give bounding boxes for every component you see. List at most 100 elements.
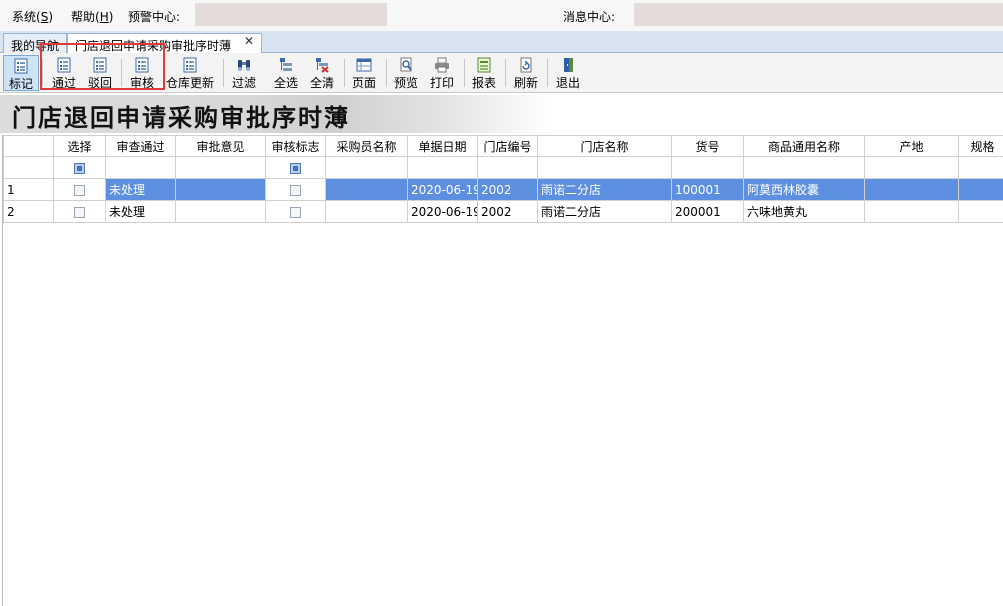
review-flag-checkbox[interactable]	[290, 184, 301, 196]
spec-cell[interactable]	[958, 178, 1003, 201]
preview-button[interactable]: 预览	[390, 55, 422, 91]
toolbar-separator	[223, 59, 224, 87]
toolbar-separator	[121, 59, 122, 87]
clear-all-button[interactable]: 全清	[306, 55, 338, 91]
select-all-button[interactable]: 全选	[270, 55, 302, 91]
filter-select-cell[interactable]	[53, 156, 106, 179]
column-header-review-flag[interactable]: 审核标志	[265, 135, 326, 157]
grid-table: 选择 审查通过 审批意见 审核标志 采购员名称 单据日期 门店编号 门店名称 货…	[3, 135, 1003, 223]
list-icon	[93, 57, 107, 73]
row-checkbox[interactable]	[74, 184, 85, 196]
toolbar-separator	[344, 59, 345, 87]
buyer-name-cell[interactable]	[325, 200, 408, 223]
document-date-cell[interactable]: 2020-06-19	[407, 178, 478, 201]
filter-cell[interactable]	[958, 156, 1003, 179]
buyer-name-cell[interactable]	[325, 178, 408, 201]
column-header-store-code[interactable]: 门店编号	[477, 135, 538, 157]
tree-list-clear-icon	[316, 58, 329, 73]
row-checkbox[interactable]	[74, 206, 85, 218]
review-status-cell[interactable]: 未处理	[105, 178, 176, 201]
pass-button[interactable]: 通过	[48, 55, 80, 91]
filter-checkbox[interactable]	[74, 162, 85, 174]
alert-center-label: 预警中心:	[128, 10, 181, 24]
column-header-rownum	[3, 135, 54, 157]
menu-help[interactable]: 帮助(H)	[71, 8, 113, 25]
table-row[interactable]: 2 未处理 2020-06-19 2002 雨诺二分店 200001 六味地黄丸	[3, 200, 1003, 223]
column-header-approval-opinion[interactable]: 审批意见	[175, 135, 266, 157]
store-code-cell[interactable]: 2002	[477, 178, 538, 201]
column-header-product-name[interactable]: 商品通用名称	[743, 135, 865, 157]
select-cell[interactable]	[53, 178, 106, 201]
toolbar-separator	[42, 59, 43, 87]
review-flag-cell[interactable]	[265, 178, 326, 201]
refresh-button[interactable]: 刷新	[510, 55, 542, 91]
review-button[interactable]: 审核	[126, 55, 158, 91]
filter-cell[interactable]	[175, 156, 266, 179]
page-button[interactable]: 页面	[348, 55, 380, 91]
select-cell[interactable]	[53, 200, 106, 223]
toolbar-separator	[505, 59, 506, 87]
filter-cell[interactable]	[105, 156, 176, 179]
tab-store-return-approval[interactable]: 门店退回申请采购审批序时薄	[67, 33, 262, 54]
product-name-cell[interactable]: 阿莫西林胶囊	[743, 178, 865, 201]
column-header-origin[interactable]: 产地	[864, 135, 959, 157]
page-title: 门店退回申请采购审批序时薄	[12, 103, 350, 132]
tab-label: 门店退回申请采购审批序时薄	[75, 39, 232, 53]
approval-opinion-cell[interactable]	[175, 200, 266, 223]
list-icon	[14, 58, 28, 74]
menu-bar: 系统(S) 帮助(H) 预警中心: 消息中心:	[0, 0, 1003, 31]
store-name-cell[interactable]: 雨诺二分店	[537, 178, 672, 201]
review-flag-cell[interactable]	[265, 200, 326, 223]
document-date-cell[interactable]: 2020-06-19	[407, 200, 478, 223]
message-center-box[interactable]	[634, 3, 1003, 26]
column-header-document-date[interactable]: 单据日期	[407, 135, 478, 157]
filter-button[interactable]: 过滤	[228, 55, 260, 91]
approval-opinion-cell[interactable]	[175, 178, 266, 201]
app-window: 系统(S) 帮助(H) 预警中心: 消息中心: 我的导航 门店退回申请采购审批序…	[0, 0, 1003, 606]
table-row[interactable]: 1 未处理 2020-06-19 2002 雨诺二分店 100001 阿莫西林胶…	[3, 178, 1003, 201]
report-button[interactable]: 报表	[468, 55, 500, 91]
filter-cell[interactable]	[477, 156, 538, 179]
reject-button[interactable]: 驳回	[84, 55, 116, 91]
item-code-cell[interactable]: 100001	[671, 178, 744, 201]
review-flag-checkbox[interactable]	[290, 206, 301, 218]
filter-cell[interactable]	[864, 156, 959, 179]
filter-review-flag-cell[interactable]	[265, 156, 326, 179]
list-icon	[135, 57, 149, 73]
header-row: 选择 审查通过 审批意见 审核标志 采购员名称 单据日期 门店编号 门店名称 货…	[3, 135, 1003, 157]
column-header-buyer-name[interactable]: 采购员名称	[325, 135, 408, 157]
filter-cell[interactable]	[743, 156, 865, 179]
mark-button[interactable]: 标记	[3, 55, 39, 91]
filter-checkbox[interactable]	[290, 162, 301, 174]
review-status-cell[interactable]: 未处理	[105, 200, 176, 223]
column-header-review-passed[interactable]: 审查通过	[105, 135, 176, 157]
column-header-store-name[interactable]: 门店名称	[537, 135, 672, 157]
origin-cell[interactable]	[864, 178, 959, 201]
alert-center-box[interactable]	[195, 3, 387, 26]
menu-system[interactable]: 系统(S)	[12, 8, 53, 25]
print-button[interactable]: 打印	[426, 55, 458, 91]
product-name-cell[interactable]: 六味地黄丸	[743, 200, 865, 223]
spec-cell[interactable]	[958, 200, 1003, 223]
store-code-cell[interactable]: 2002	[477, 200, 538, 223]
filter-cell[interactable]	[671, 156, 744, 179]
filter-cell[interactable]	[537, 156, 672, 179]
exit-button[interactable]: 退出	[552, 55, 584, 91]
title-banner: 门店退回申请采购审批序时薄	[0, 95, 1003, 133]
origin-cell[interactable]	[864, 200, 959, 223]
tab-my-navigation[interactable]: 我的导航	[3, 33, 68, 53]
magnifier-icon	[400, 57, 412, 72]
column-header-spec[interactable]: 规格	[958, 135, 1003, 157]
store-name-cell[interactable]: 雨诺二分店	[537, 200, 672, 223]
filter-cell[interactable]	[407, 156, 478, 179]
filter-cell[interactable]	[325, 156, 408, 179]
close-icon[interactable]: ✕	[244, 34, 254, 48]
page-grid-icon	[356, 58, 372, 72]
column-header-item-code[interactable]: 货号	[671, 135, 744, 157]
list-icon	[183, 57, 197, 73]
binoculars-icon	[238, 60, 250, 71]
exit-door-icon	[564, 58, 573, 72]
column-header-select[interactable]: 选择	[53, 135, 106, 157]
warehouse-update-button[interactable]: 仓库更新	[164, 55, 216, 91]
item-code-cell[interactable]: 200001	[671, 200, 744, 223]
